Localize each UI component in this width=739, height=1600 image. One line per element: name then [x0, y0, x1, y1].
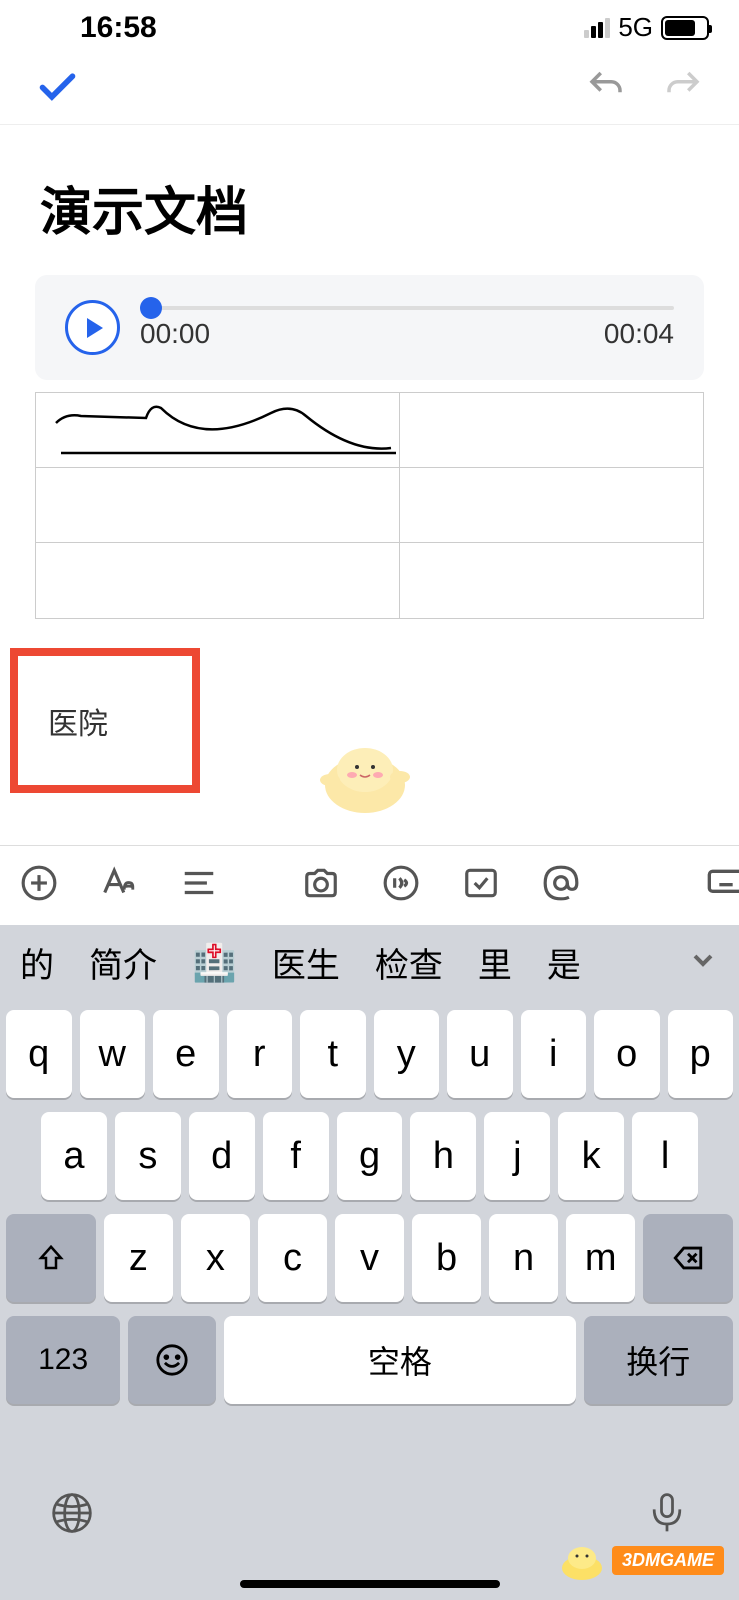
key-c[interactable]: c	[258, 1214, 327, 1302]
key-w[interactable]: w	[80, 1010, 146, 1098]
key-l[interactable]: l	[632, 1112, 698, 1200]
key-p[interactable]: p	[668, 1010, 734, 1098]
undo-button[interactable]	[585, 66, 627, 113]
key-i[interactable]: i	[521, 1010, 587, 1098]
voice-button[interactable]	[382, 864, 420, 907]
watermark-text: 3DMGAME	[612, 1546, 724, 1575]
suggestion-emoji[interactable]: 🏥	[192, 942, 237, 984]
key-n[interactable]: n	[489, 1214, 558, 1302]
status-bar: 16:58 5G	[0, 0, 739, 55]
camera-button[interactable]	[302, 864, 340, 907]
suggestion-item[interactable]: 医生	[272, 938, 340, 987]
enter-key[interactable]: 换行	[584, 1316, 733, 1404]
add-button[interactable]	[20, 864, 58, 907]
battery-icon	[661, 16, 709, 40]
editor-toolbar	[0, 845, 739, 925]
mascot-icon	[310, 735, 420, 815]
done-button[interactable]	[35, 65, 80, 115]
key-y[interactable]: y	[374, 1010, 440, 1098]
play-button[interactable]	[65, 300, 120, 355]
backspace-key[interactable]	[643, 1214, 733, 1302]
key-t[interactable]: t	[300, 1010, 366, 1098]
key-x[interactable]: x	[181, 1214, 250, 1302]
audio-track[interactable]	[140, 306, 674, 310]
mic-button[interactable]	[645, 1491, 689, 1540]
suggestion-item[interactable]: 里	[478, 938, 512, 987]
content-table[interactable]	[35, 392, 704, 619]
key-s[interactable]: s	[115, 1112, 181, 1200]
status-time: 16:58	[80, 11, 157, 45]
home-indicator[interactable]	[240, 1580, 500, 1588]
network-type: 5G	[618, 12, 653, 43]
keyboard-hide-button[interactable]	[706, 863, 739, 908]
status-indicators: 5G	[584, 12, 709, 43]
key-h[interactable]: h	[410, 1112, 476, 1200]
nav-bar	[0, 55, 739, 125]
mention-button[interactable]	[542, 864, 580, 907]
space-key[interactable]: 空格	[224, 1316, 576, 1404]
shift-key[interactable]	[6, 1214, 96, 1302]
key-b[interactable]: b	[412, 1214, 481, 1302]
suggestion-item[interactable]: 的	[20, 938, 54, 987]
key-k[interactable]: k	[558, 1112, 624, 1200]
key-z[interactable]: z	[104, 1214, 173, 1302]
key-u[interactable]: u	[447, 1010, 513, 1098]
key-g[interactable]: g	[337, 1112, 403, 1200]
key-j[interactable]: j	[484, 1112, 550, 1200]
document-title[interactable]: 演示文档	[0, 125, 739, 275]
key-e[interactable]: e	[153, 1010, 219, 1098]
audio-player: 00:00 00:04	[35, 275, 704, 380]
suggestion-item[interactable]: 检查	[375, 938, 443, 987]
key-m[interactable]: m	[566, 1214, 635, 1302]
key-d[interactable]: d	[189, 1112, 255, 1200]
key-v[interactable]: v	[335, 1214, 404, 1302]
checklist-button[interactable]	[462, 864, 500, 907]
suggestion-item[interactable]: 是	[547, 938, 581, 987]
key-a[interactable]: a	[41, 1112, 107, 1200]
emoji-key[interactable]	[128, 1316, 216, 1404]
collapse-suggestions-button[interactable]	[687, 944, 719, 981]
annotation-text: 医院	[48, 699, 108, 743]
numeric-key[interactable]: 123	[6, 1316, 120, 1404]
suggestion-item[interactable]: 简介	[89, 938, 157, 987]
align-button[interactable]	[180, 864, 218, 907]
handwriting-doodle	[51, 398, 401, 463]
text-format-button[interactable]	[100, 864, 138, 907]
key-q[interactable]: q	[6, 1010, 72, 1098]
globe-button[interactable]	[50, 1491, 94, 1540]
audio-current-time: 00:00	[140, 318, 210, 350]
signal-icon	[584, 18, 610, 38]
watermark: 3DMGAME	[557, 1540, 724, 1580]
keyboard-suggestions: 的 简介 🏥 医生 检查 里 是	[0, 925, 739, 1000]
key-o[interactable]: o	[594, 1010, 660, 1098]
highlighted-annotation[interactable]: 医院	[10, 648, 200, 793]
key-f[interactable]: f	[263, 1112, 329, 1200]
audio-duration: 00:04	[604, 318, 674, 350]
key-r[interactable]: r	[227, 1010, 293, 1098]
redo-button[interactable]	[662, 66, 704, 113]
